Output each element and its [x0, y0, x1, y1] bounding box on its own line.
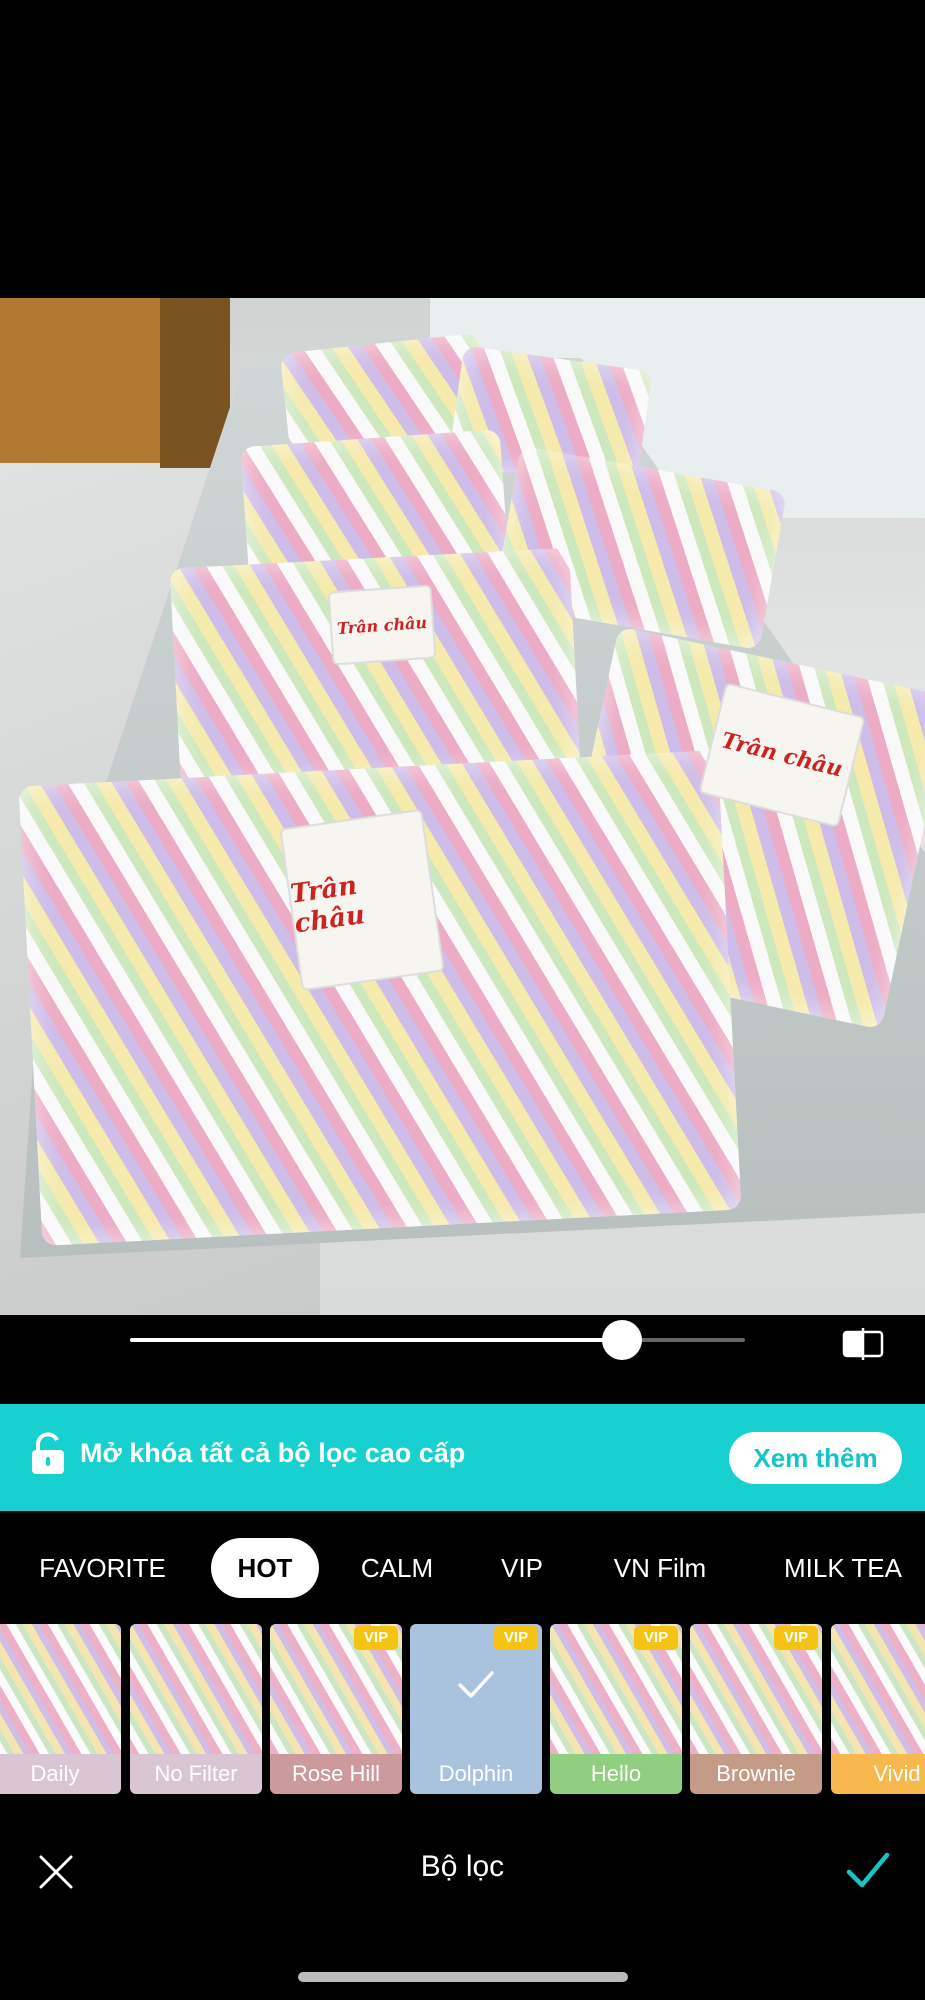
vip-badge: VIP — [774, 1626, 818, 1650]
product-bag — [169, 547, 581, 789]
filter-preview — [0, 1624, 121, 1754]
tab-vip[interactable]: VIP — [482, 1538, 562, 1598]
home-indicator[interactable] — [298, 1972, 628, 1982]
unlock-icon — [32, 1432, 64, 1474]
filter-rose-hill[interactable]: VIP Rose Hill — [270, 1624, 402, 1794]
selected-check-icon — [458, 1671, 494, 1698]
filter-daily[interactable]: Daily — [0, 1624, 121, 1794]
banner-text: Mở khóa tất cả bộ lọc cao cấp — [80, 1438, 466, 1468]
filter-preview — [831, 1624, 925, 1754]
tab-calm[interactable]: CALM — [347, 1538, 447, 1598]
see-more-button[interactable]: Xem thêm — [729, 1432, 902, 1484]
filter-vivid[interactable]: Vivid — [831, 1624, 925, 1794]
filter-name: Brownie — [690, 1754, 822, 1794]
intensity-slider-fill — [130, 1338, 622, 1342]
filter-name: Daily — [0, 1754, 121, 1794]
tab-milk-tea[interactable]: MILK TEA — [768, 1538, 918, 1598]
tab-vn-film[interactable]: VN Film — [600, 1538, 720, 1598]
filter-category-tabs: FAVORITE HOT CALM VIP VN Film MILK TEA — [0, 1538, 925, 1602]
vip-badge: VIP — [494, 1626, 538, 1650]
filter-name: No Filter — [130, 1754, 262, 1794]
filter-dolphin[interactable]: VIP Dolphin — [410, 1624, 542, 1794]
vip-badge: VIP — [634, 1626, 678, 1650]
close-icon[interactable] — [38, 1854, 74, 1890]
filter-preview — [130, 1624, 262, 1754]
compare-icon[interactable] — [842, 1328, 884, 1360]
unlock-premium-banner[interactable]: Mở khóa tất cả bộ lọc cao cấp Xem thêm — [0, 1404, 925, 1511]
tab-favorite[interactable]: FAVORITE — [20, 1538, 185, 1598]
filter-no-filter[interactable]: No Filter — [130, 1624, 262, 1794]
product-label-text: Trân châu — [288, 870, 367, 940]
tab-hot[interactable]: HOT — [211, 1538, 319, 1598]
photo-preview: Trân châu Trân châu Trân châu — [0, 298, 925, 1315]
product-label: Trân châu — [327, 584, 437, 666]
product-label-text: Trân châu — [336, 612, 428, 638]
vip-badge: VIP — [354, 1626, 398, 1650]
filter-brownie[interactable]: VIP Brownie — [690, 1624, 822, 1794]
product-label: Trân châu — [279, 808, 445, 992]
screen-title: Bộ lọc — [420, 1850, 505, 1883]
filter-name: Hello — [550, 1754, 682, 1794]
filter-name: Vivid — [831, 1754, 925, 1794]
filter-name: Rose Hill — [270, 1754, 402, 1794]
filter-hello[interactable]: VIP Hello — [550, 1624, 682, 1794]
filter-name: Dolphin — [410, 1754, 542, 1794]
filter-list: Daily No Filter VIP Rose Hill VIP Dolphi… — [0, 1624, 925, 1796]
product-label-text: Trân châu — [718, 727, 846, 783]
intensity-slider-thumb[interactable] — [602, 1320, 642, 1360]
check-icon[interactable] — [846, 1850, 890, 1890]
